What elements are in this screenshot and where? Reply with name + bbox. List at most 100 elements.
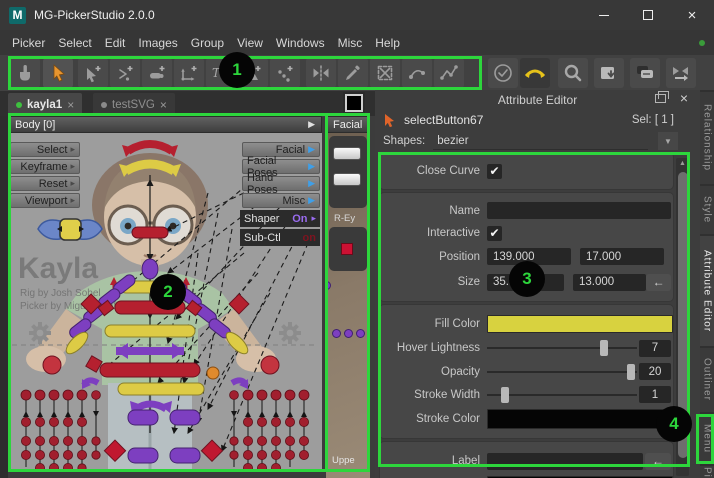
swap-tool-button[interactable] bbox=[520, 58, 550, 88]
tab-close-icon[interactable]: × bbox=[67, 98, 74, 112]
position-y-input[interactable]: 17.000 bbox=[580, 248, 664, 265]
shaper-toggle[interactable]: Shaper On ▸ bbox=[240, 210, 320, 227]
opacity-label: Opacity bbox=[380, 366, 480, 378]
float-panel-icon[interactable] bbox=[655, 94, 666, 103]
close-button[interactable]: × bbox=[670, 0, 714, 30]
name-label: Name bbox=[380, 205, 480, 217]
node-name: selectButton67 bbox=[404, 113, 483, 127]
eyedropper-tool-button[interactable] bbox=[338, 58, 368, 88]
polyline-tool-button[interactable] bbox=[434, 58, 464, 88]
menu-images[interactable]: Images bbox=[138, 36, 177, 50]
tab-kayla1[interactable]: kayla1 × bbox=[8, 93, 82, 116]
stroke-width-value[interactable]: 1 bbox=[639, 386, 671, 403]
tab-picker[interactable]: Pi bbox=[700, 466, 714, 478]
facial-panel-header[interactable]: Facial bbox=[326, 116, 370, 133]
body-panel-header[interactable]: Body [0] ▶ bbox=[8, 116, 322, 133]
opacity-slider[interactable] bbox=[487, 364, 637, 380]
add-slider-button-tool[interactable] bbox=[142, 58, 172, 88]
label-reset-button[interactable]: ← bbox=[645, 453, 671, 470]
scroll-up-icon[interactable]: ▲ bbox=[676, 160, 689, 167]
tab-style[interactable]: Style bbox=[700, 186, 714, 234]
size-h-input[interactable]: 13.000 bbox=[573, 274, 646, 291]
add-select-button-tool[interactable] bbox=[78, 58, 108, 88]
title-bar[interactable]: M MG-PickerStudio 2.0.0 × bbox=[0, 0, 714, 30]
curve-tool-button[interactable] bbox=[402, 58, 432, 88]
menu-view[interactable]: View bbox=[237, 36, 263, 50]
subctl-toggle[interactable]: Sub-Ctl on bbox=[240, 229, 320, 246]
menu-group[interactable]: Group bbox=[191, 36, 224, 50]
button-label: Viewport bbox=[25, 195, 68, 207]
zoom-tool-button[interactable] bbox=[558, 58, 588, 88]
interactive-checkbox[interactable]: ✔ bbox=[487, 226, 502, 241]
tab-outliner[interactable]: Outliner bbox=[700, 348, 714, 412]
picker-canvas[interactable]: Kayla Rig by Josh Sobel Picker by Miguel… bbox=[8, 133, 322, 472]
size-w-input[interactable]: 35.000 bbox=[487, 274, 564, 291]
stroke-width-slider[interactable] bbox=[487, 387, 637, 403]
menu-misc[interactable]: Misc bbox=[338, 36, 363, 50]
misc-button[interactable]: Misc▶ bbox=[242, 193, 320, 208]
add-move-button-tool[interactable] bbox=[174, 58, 204, 88]
fill-color-swatch[interactable] bbox=[487, 315, 673, 333]
tab-menu[interactable]: Menu bbox=[700, 414, 714, 464]
minimize-button[interactable] bbox=[582, 0, 626, 30]
frame-view-button[interactable] bbox=[345, 94, 363, 112]
menu-windows[interactable]: Windows bbox=[276, 36, 325, 50]
stroke-color-swatch[interactable] bbox=[487, 409, 673, 429]
stroke-color-label: Stroke Color bbox=[380, 413, 480, 425]
dropdown-arrow-icon[interactable]: ▼ bbox=[658, 132, 678, 150]
panel-expand-icon[interactable]: ▶ bbox=[308, 119, 315, 130]
add-shape-button-tool[interactable] bbox=[238, 58, 268, 88]
tab-label: testSVG bbox=[112, 99, 155, 111]
shapes-dropdown[interactable]: bezier bbox=[433, 132, 648, 150]
name-input[interactable] bbox=[487, 202, 671, 219]
comment-tool-button[interactable] bbox=[630, 58, 660, 88]
check-tool-button[interactable] bbox=[488, 58, 518, 88]
menu-picker[interactable]: Picker bbox=[12, 36, 45, 50]
facial-control-dot[interactable] bbox=[344, 329, 353, 338]
marquee-tool-button[interactable] bbox=[370, 58, 400, 88]
tab-relationship[interactable]: Relationship bbox=[700, 92, 714, 184]
select-menu-button[interactable]: Select▸ bbox=[10, 142, 80, 157]
mirror-copy-tool-button[interactable] bbox=[666, 58, 696, 88]
select-tool-button[interactable] bbox=[43, 58, 73, 88]
mirror-tool-button[interactable] bbox=[306, 58, 336, 88]
label-input[interactable] bbox=[487, 453, 643, 470]
tab-close-icon[interactable]: × bbox=[160, 98, 167, 112]
facial-control-dot[interactable] bbox=[326, 281, 331, 290]
hover-lightness-slider[interactable] bbox=[487, 340, 637, 356]
facial-slider-button[interactable] bbox=[333, 173, 361, 186]
position-row: Position 139.000 17.000 bbox=[380, 244, 673, 269]
close-curve-row: Close Curve ✔ bbox=[380, 162, 673, 180]
attribute-scrollbar[interactable]: ▲ bbox=[676, 158, 689, 476]
size-label: Size bbox=[380, 276, 480, 288]
add-dots-button-tool[interactable] bbox=[270, 58, 300, 88]
facial-control-dot[interactable] bbox=[332, 329, 341, 338]
menu-help[interactable]: Help bbox=[375, 36, 400, 50]
position-x-input[interactable]: 139.000 bbox=[487, 248, 571, 265]
keyframe-menu-button[interactable]: Keyframe▸ bbox=[10, 159, 80, 174]
close-panel-icon[interactable]: × bbox=[680, 90, 688, 106]
hand-poses-button[interactable]: Hand Poses▶ bbox=[242, 176, 320, 191]
facial-eye-control[interactable] bbox=[341, 243, 353, 255]
import-tool-button[interactable] bbox=[594, 58, 624, 88]
scrollbar-thumb[interactable] bbox=[678, 172, 688, 458]
tab-testsvg[interactable]: testSVG × bbox=[93, 93, 175, 116]
hand-tool-button[interactable] bbox=[10, 58, 40, 88]
viewport-menu-button[interactable]: Viewport▸ bbox=[10, 193, 80, 208]
facial-slider-button[interactable] bbox=[333, 147, 361, 160]
maximize-button[interactable] bbox=[626, 0, 670, 30]
label-section: Label ← Label Color bbox=[379, 441, 674, 478]
hover-lightness-value[interactable]: 7 bbox=[639, 340, 671, 357]
tab-attribute-editor[interactable]: Attribute Editor bbox=[700, 236, 714, 346]
opacity-value[interactable]: 20 bbox=[639, 363, 671, 380]
facial-control-dot[interactable] bbox=[356, 329, 365, 338]
add-text-button-tool[interactable]: T bbox=[206, 58, 236, 88]
reset-menu-button[interactable]: Reset▸ bbox=[10, 176, 80, 191]
facial-picker-canvas[interactable]: R-Ey Uppe bbox=[326, 133, 370, 478]
size-reset-button[interactable]: ← bbox=[646, 274, 671, 291]
menu-edit[interactable]: Edit bbox=[105, 36, 126, 50]
add-command-button-tool[interactable] bbox=[110, 58, 140, 88]
menu-select[interactable]: Select bbox=[58, 36, 91, 50]
nose-control[interactable] bbox=[132, 227, 168, 238]
close-curve-checkbox[interactable]: ✔ bbox=[487, 164, 502, 179]
